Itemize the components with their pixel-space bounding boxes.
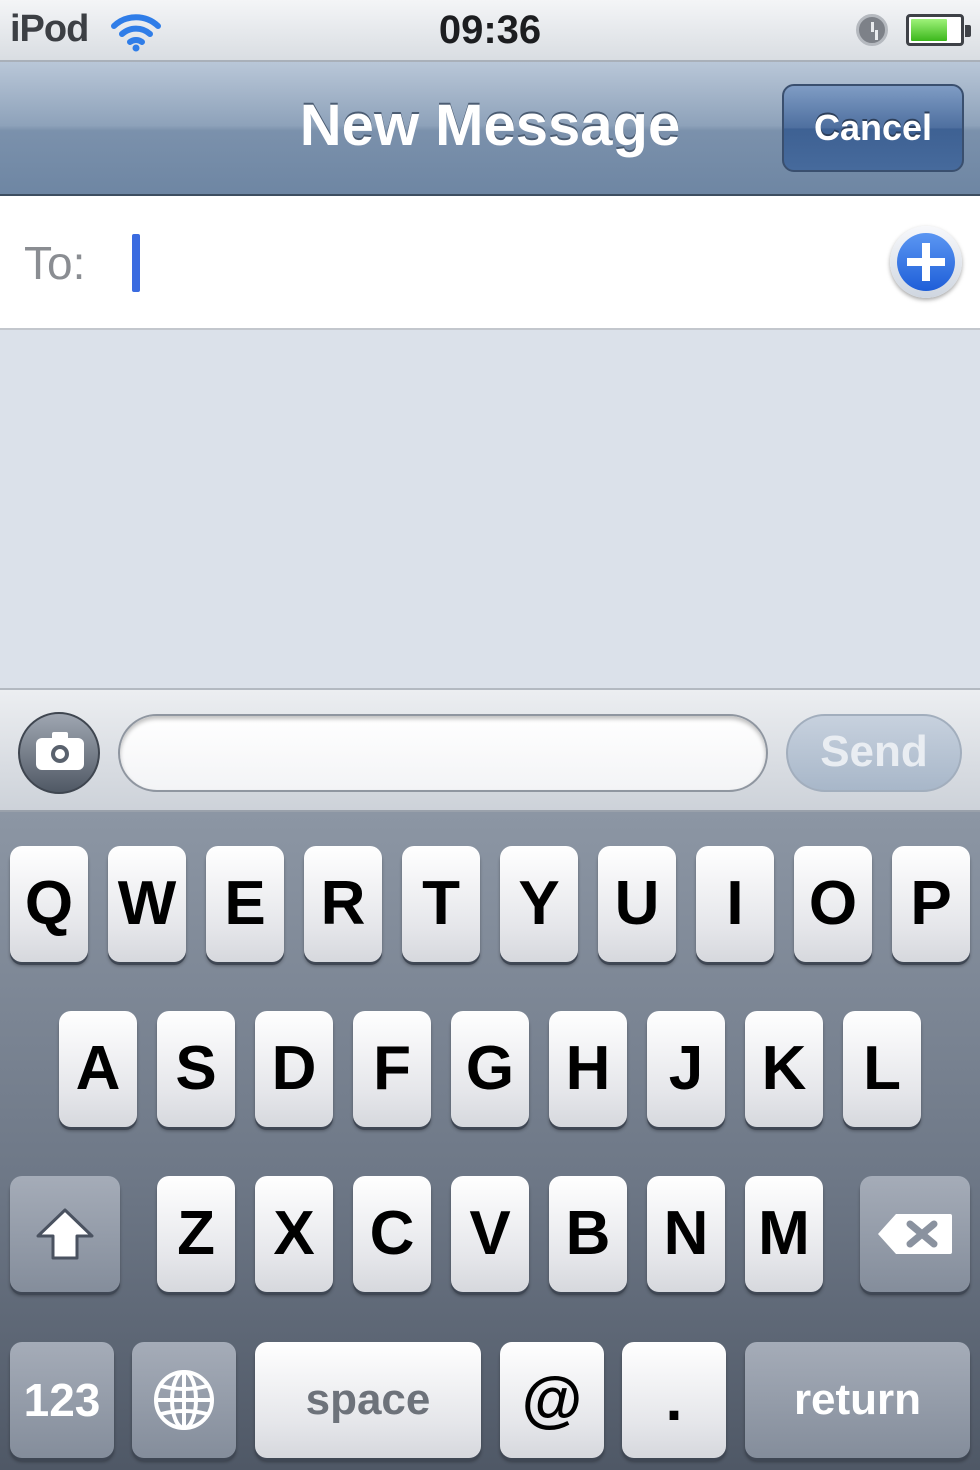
delete-key[interactable] — [860, 1176, 970, 1292]
add-contact-button[interactable] — [890, 226, 962, 298]
key-d[interactable]: D — [255, 1011, 333, 1127]
message-thread-area — [0, 330, 980, 688]
globe-icon — [154, 1370, 214, 1430]
to-label: To: — [24, 237, 86, 289]
battery-icon — [906, 14, 971, 46]
clock-icon — [856, 14, 888, 46]
key-z[interactable]: Z — [157, 1176, 235, 1292]
camera-button[interactable] — [18, 712, 100, 794]
key-y[interactable]: Y — [500, 846, 578, 962]
message-input[interactable] — [118, 714, 768, 792]
backspace-icon — [878, 1214, 952, 1254]
key-p[interactable]: P — [892, 846, 970, 962]
plus-circle-icon — [897, 233, 955, 291]
key-a[interactable]: A — [59, 1011, 137, 1127]
send-button[interactable]: Send — [786, 714, 962, 792]
key-j[interactable]: J — [647, 1011, 725, 1127]
shift-key[interactable] — [10, 1176, 120, 1292]
keyboard: Q W E R T Y U I O P A S D F G H J K L Z … — [0, 812, 980, 1470]
key-f[interactable]: F — [353, 1011, 431, 1127]
camera-icon — [36, 732, 84, 770]
key-n[interactable]: N — [647, 1176, 725, 1292]
status-time: 09:36 — [438, 8, 542, 52]
at-key[interactable]: @ — [500, 1342, 604, 1458]
key-t[interactable]: T — [402, 846, 480, 962]
key-v[interactable]: V — [451, 1176, 529, 1292]
numbers-key[interactable]: 123 — [10, 1342, 114, 1458]
message-input-bar: Send — [0, 688, 980, 812]
recipient-row[interactable]: To: — [0, 196, 980, 330]
globe-key[interactable] — [132, 1342, 236, 1458]
key-c[interactable]: C — [353, 1176, 431, 1292]
status-bar: iPod 09:36 — [0, 0, 980, 62]
key-x[interactable]: X — [255, 1176, 333, 1292]
camera-lens — [51, 745, 69, 763]
shift-arrow-icon — [36, 1208, 94, 1260]
cancel-button[interactable]: Cancel — [782, 84, 964, 172]
key-h[interactable]: H — [549, 1011, 627, 1127]
key-w[interactable]: W — [108, 846, 186, 962]
period-key[interactable]: . — [622, 1342, 726, 1458]
key-i[interactable]: I — [696, 846, 774, 962]
key-o[interactable]: O — [794, 846, 872, 962]
return-key[interactable]: return — [745, 1342, 970, 1458]
key-q[interactable]: Q — [10, 846, 88, 962]
space-key[interactable]: space — [255, 1342, 481, 1458]
key-g[interactable]: G — [451, 1011, 529, 1127]
key-r[interactable]: R — [304, 846, 382, 962]
key-m[interactable]: M — [745, 1176, 823, 1292]
battery-level — [911, 19, 948, 41]
key-e[interactable]: E — [206, 846, 284, 962]
navigation-bar: New Message Cancel — [0, 62, 980, 196]
key-k[interactable]: K — [745, 1011, 823, 1127]
text-cursor — [132, 234, 140, 292]
key-s[interactable]: S — [157, 1011, 235, 1127]
key-u[interactable]: U — [598, 846, 676, 962]
key-b[interactable]: B — [549, 1176, 627, 1292]
key-l[interactable]: L — [843, 1011, 921, 1127]
